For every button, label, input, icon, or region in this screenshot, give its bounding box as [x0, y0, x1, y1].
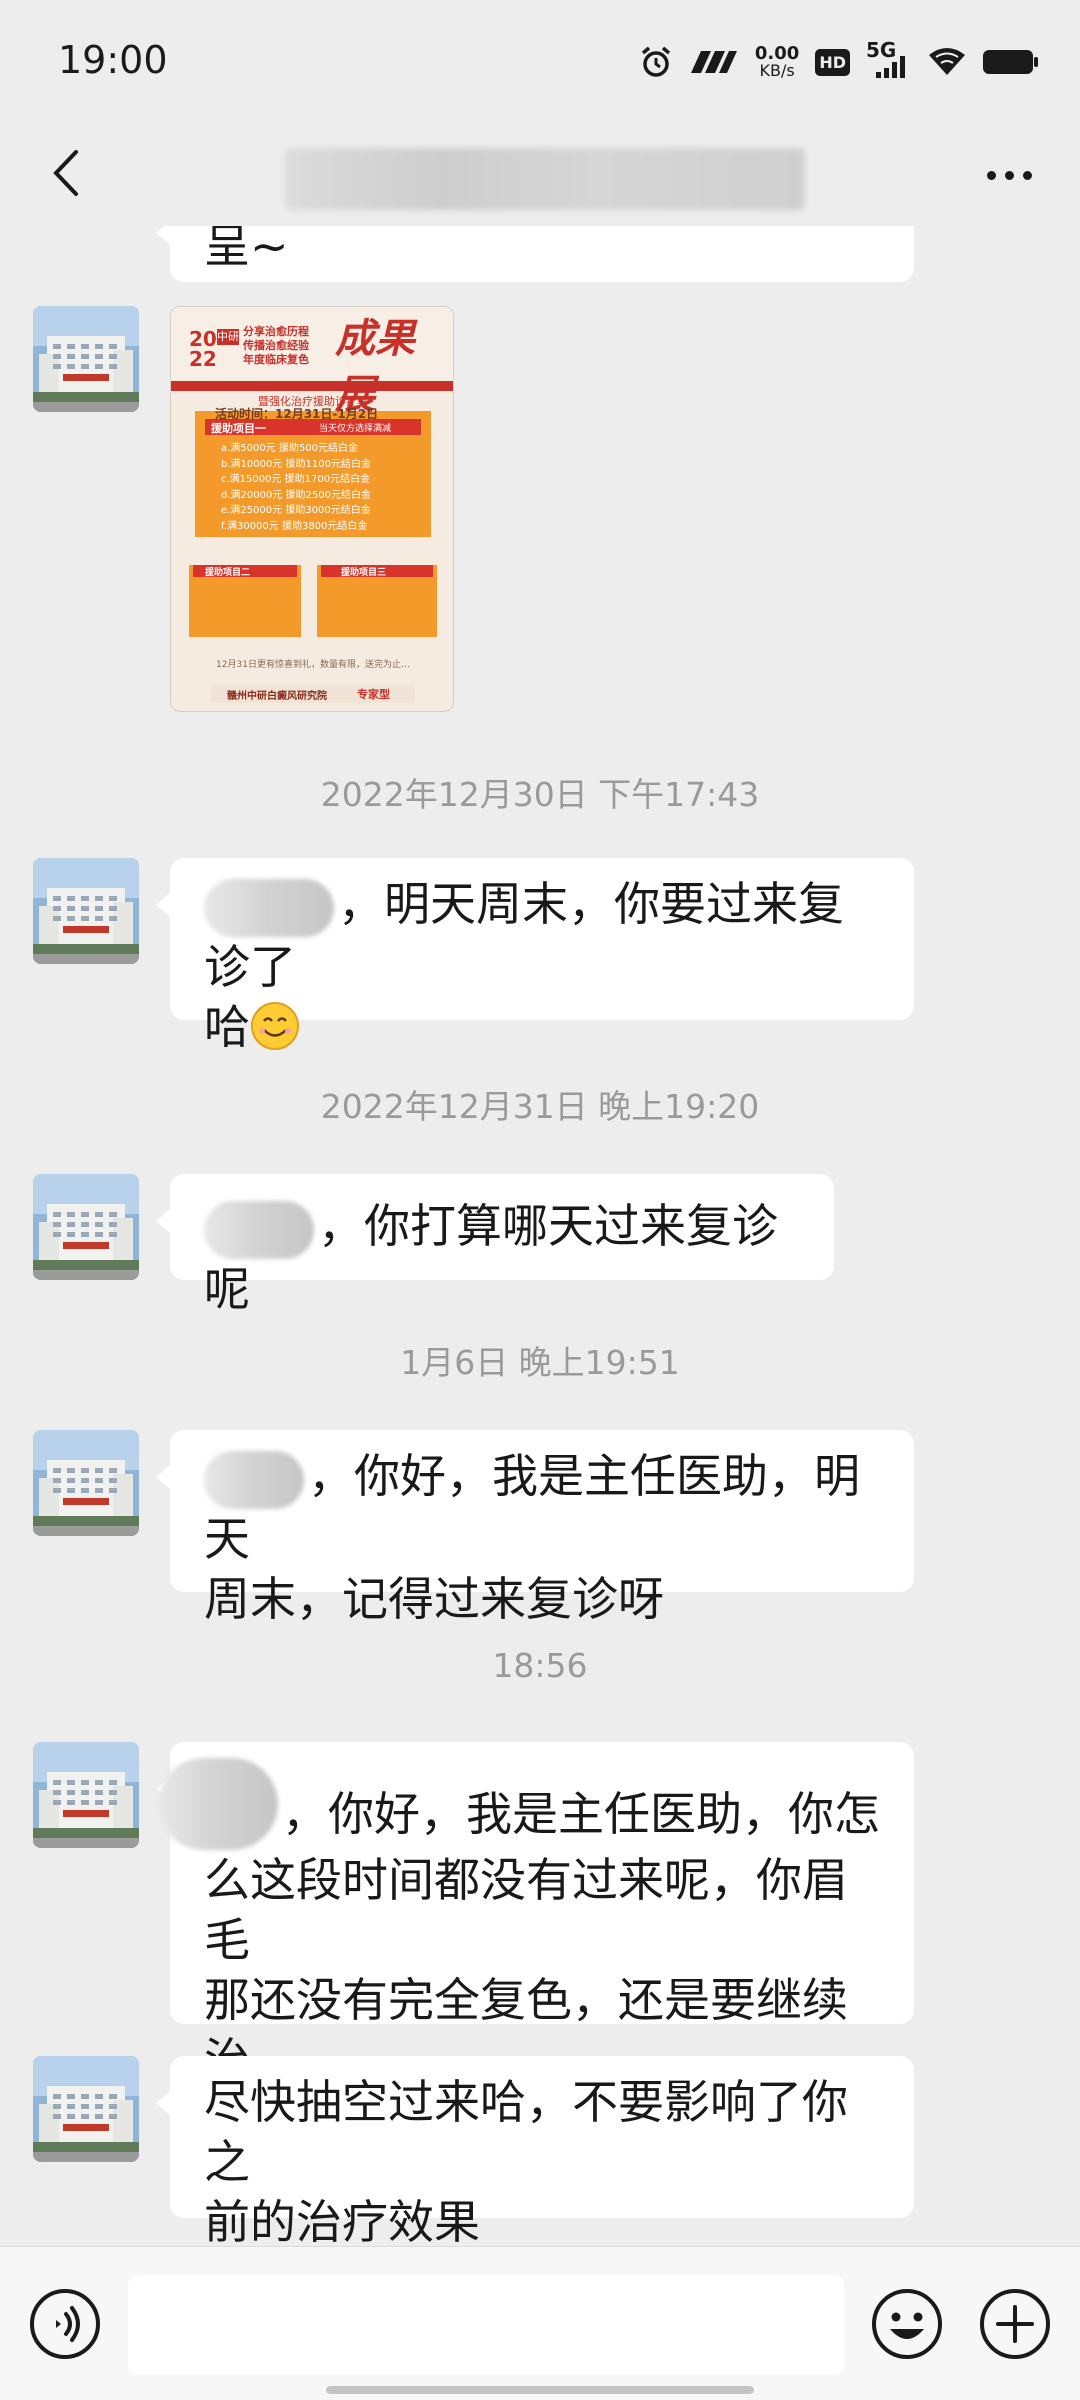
poster-line3: 年度临床复色 — [243, 353, 309, 366]
poster-offer: f.满30000元 援助3800元结白金 — [221, 520, 368, 532]
poster-image[interactable]: 20 22 中研 分享治愈历程 传播治愈经验 年度临床复色 成果展 暨强化治疗援… — [170, 306, 454, 712]
poster-offer: a.满5000元 援助500元结白金 — [221, 443, 359, 454]
plus-icon — [980, 2289, 1050, 2359]
nfc-icon — [690, 51, 737, 73]
avatar[interactable] — [33, 1430, 139, 1536]
timestamp: 2022年12月30日 下午17:43 — [320, 775, 760, 814]
message-line: ，你好，我是主任医助，明天 — [204, 1446, 880, 1569]
message-text: 周末，记得过来复诊呀 — [204, 1571, 664, 1626]
voice-icon — [30, 2289, 100, 2359]
message-bubble[interactable]: ，你好，我是主任医助，你怎 么这段时间都没有过来呢，你眉毛 那还没有完全复色，还… — [156, 1742, 914, 2147]
hospital-building-avatar-icon — [33, 858, 139, 964]
poster-org: 赣州中研白癜风研究院 — [227, 691, 327, 702]
hd-badge: HD — [815, 48, 850, 76]
poster-footer-note: 12月31日更有惊喜到礼，数量有限，送完为止… — [216, 660, 410, 670]
status-time: 19:00 — [58, 38, 168, 82]
chat-header — [0, 120, 1080, 226]
voice-button[interactable] — [28, 2287, 102, 2361]
message-bubble[interactable]: ，明天周末，你要过来复诊了 哈 — [156, 858, 914, 1054]
back-button[interactable] — [30, 136, 100, 210]
poster-offers: a.满5000元 援助500元结白金 b.满10000元 援助1100元结白金 … — [221, 441, 421, 534]
timestamp: 2022年12月31日 晚上19:20 — [320, 1087, 760, 1126]
poster-project1: 援助项目一 — [211, 422, 266, 435]
message-line: ，你好，我是主任医助，你怎 — [158, 1758, 880, 1850]
signal-indicator: 5G — [866, 38, 912, 80]
message-row: ，明天周末，你要过来复诊了 哈 — [0, 858, 1080, 1054]
wifi-icon — [929, 48, 965, 75]
poster-offer: e.满25000元 援助3000元结白金 — [221, 505, 371, 516]
poster-project3: 援助项目三 — [341, 568, 387, 578]
hospital-building-avatar-icon — [33, 2056, 139, 2162]
message-line: 哈 — [204, 997, 880, 1057]
speed-unit: KB/s — [759, 61, 795, 80]
hospital-building-avatar-icon — [33, 1742, 139, 1848]
message-line: ，明天周末，你要过来复诊了 — [204, 874, 880, 997]
message-row: 20 22 中研 分享治愈历程 传播治愈经验 年度临床复色 成果展 暨强化治疗援… — [0, 226, 1080, 726]
poster-offer: d.满20000元 援助2500元结白金 — [221, 489, 371, 501]
message-bubble[interactable]: ，你打算哪天过来复诊呢 — [156, 1174, 834, 1316]
message-bubble[interactable]: ，你好，我是主任医助，明天 周末，记得过来复诊呀 — [156, 1430, 914, 1626]
avatar[interactable] — [33, 1742, 139, 1848]
message-text: 尽快抽空过来哈，不要影响了你之 — [204, 2075, 848, 2189]
poster-offer: c.满15000元 援助1700元结白金 — [221, 474, 371, 485]
avatar[interactable] — [33, 1174, 139, 1280]
message-row: ，你好，我是主任医助，你怎 么这段时间都没有过来呢，你眉毛 那还没有完全复色，还… — [0, 1742, 1080, 2147]
avatar[interactable] — [33, 2056, 139, 2162]
input-bar — [0, 2246, 1080, 2400]
message-row: ，你好，我是主任医助，明天 周末，记得过来复诊呀 — [0, 1430, 1080, 1626]
message-bubble[interactable]: 尽快抽空过来哈，不要影响了你之 前的治疗效果 — [156, 2056, 914, 2246]
poster-offer: b.满10000元 援助1100元结白金 — [221, 458, 371, 470]
message-text: ，你好，我是主任医助，你怎 — [282, 1787, 880, 1841]
avatar[interactable] — [33, 306, 139, 412]
hospital-building-avatar-icon — [33, 1430, 139, 1536]
hospital-building-avatar-icon — [33, 306, 139, 412]
home-indicator[interactable] — [326, 2386, 754, 2394]
chat-area[interactable]: 呈~ 20 22 中研 分享治愈历程 传播治愈经验 年度临床复色 成果展 暨强化… — [0, 226, 1080, 2246]
poster-line1: 分享治愈历程 — [243, 325, 309, 338]
poster-tagline: 分享治愈历程 传播治愈经验 年度临床复色 — [243, 325, 309, 367]
network-speed: 0.00 KB/s — [755, 45, 799, 79]
poster-badge: 专家型 — [357, 688, 390, 701]
redacted-name — [204, 1450, 304, 1509]
emoji-button[interactable] — [870, 2287, 944, 2361]
alarm-icon — [641, 46, 671, 77]
message-text: 么这段时间都没有过来呢，你眉毛 — [204, 1853, 848, 1967]
poster-year-bottom: 22 — [189, 347, 217, 371]
message-row: 尽快抽空过来哈，不要影响了你之 前的治疗效果 — [0, 2056, 1080, 2246]
poster-year: 20 22 — [189, 329, 217, 369]
more-button[interactable] — [974, 150, 1044, 200]
poster-project1-note: 当天仅方选择满减 — [319, 424, 392, 434]
message-input[interactable] — [128, 2275, 844, 2375]
plus-button[interactable] — [978, 2287, 1052, 2361]
message-text: ，你好，我是主任医助，明天 — [204, 1449, 860, 1566]
avatar[interactable] — [33, 858, 139, 964]
chevron-left-icon — [53, 150, 78, 196]
status-icons: 0.00 KB/s HD 5G — [639, 38, 1040, 84]
poster-zhongyan: 中研 — [217, 329, 239, 345]
timestamp: 18:56 — [492, 1646, 588, 1685]
more-dots-icon — [986, 170, 996, 180]
message-text: 前的治疗效果 — [204, 2195, 480, 2246]
signal-icon — [876, 56, 905, 78]
battery-icon — [983, 50, 1038, 74]
message-row: ，你打算哪天过来复诊呢 — [0, 1174, 1080, 1316]
smiley-emoji-icon — [251, 1001, 299, 1050]
hospital-building-avatar-icon — [33, 1174, 139, 1280]
poster-year-top: 20 — [189, 327, 217, 351]
message-text: 哈 — [204, 999, 250, 1054]
emoji-icon — [872, 2289, 942, 2359]
redacted-name — [204, 878, 334, 937]
chat-title-blurred — [285, 148, 805, 210]
poster-line2: 传播治愈经验 — [243, 339, 309, 352]
redacted-name — [158, 1758, 278, 1850]
redacted-name — [204, 1200, 314, 1259]
timestamp: 1月6日 晚上19:51 — [400, 1343, 680, 1382]
status-bar: 19:00 0.00 KB/s HD 5G — [0, 0, 1080, 120]
poster-project2: 援助项目二 — [205, 568, 251, 578]
